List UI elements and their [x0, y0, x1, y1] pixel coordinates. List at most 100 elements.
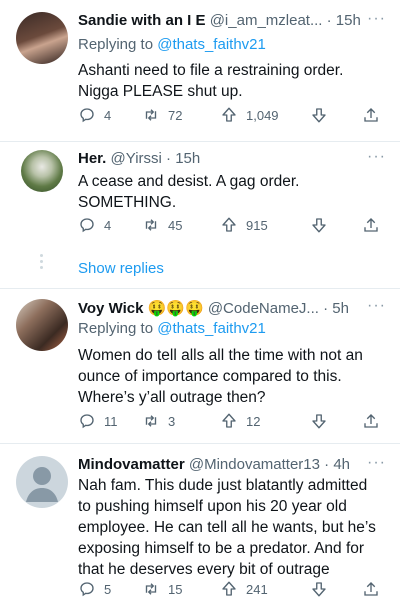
downvote-icon [312, 414, 326, 429]
tweet-text-line: ounce of importance compared to this. [78, 368, 342, 385]
reply-count: 11 [104, 413, 118, 429]
tweet-1[interactable]: Sandie with an I E @i_am_mzleat... · 15h… [0, 0, 400, 145]
reply-icon [80, 582, 94, 597]
tweet-header: Voy Wick 🤑🤑🤑 @CodeNameJ... · 5h [78, 299, 388, 321]
handle[interactable]: @Mindovamatter13 [189, 456, 320, 473]
tweet-2[interactable]: Her. @Yirssi · 15h ··· A cease and desis… [0, 143, 400, 243]
avatar[interactable] [16, 12, 68, 64]
downvote-button[interactable] [310, 412, 328, 430]
downvote-icon [312, 582, 326, 597]
retweet-count: 45 [168, 217, 183, 233]
reply-button[interactable]: 4 [78, 216, 111, 234]
replying-to: Replying to @thats_faithv21 [78, 320, 266, 337]
tweet-text-line: to pushing himself upon his 20 year old [78, 498, 347, 515]
retweet-button[interactable]: 3 [142, 412, 175, 430]
replying-to-link[interactable]: @thats_faithv21 [157, 320, 266, 337]
display-name[interactable]: Mindovamatter [78, 456, 185, 473]
timestamp[interactable]: · 4h [324, 456, 350, 473]
tweet-text-line: Where’s y’all outrage then? [78, 389, 266, 406]
share-icon [364, 108, 378, 122]
downvote-icon [312, 218, 326, 233]
retweet-button[interactable]: 15 [142, 580, 182, 598]
reply-count: 4 [104, 107, 112, 123]
display-name[interactable]: Sandie with an I E [78, 12, 206, 29]
like-button[interactable]: 915 [220, 216, 268, 234]
tweet-header: Sandie with an I E @i_am_mzleat... · 15h [78, 12, 388, 34]
share-button[interactable] [362, 412, 380, 430]
tweet-text-line: Nah fam. This dude just blatantly admitt… [78, 477, 368, 494]
replying-prefix: Replying to [78, 320, 158, 337]
more-options-icon[interactable]: ··· [367, 297, 386, 315]
timestamp[interactable]: · 15h [166, 150, 200, 167]
share-button[interactable] [362, 106, 380, 124]
tweet-4[interactable]: Mindovamatter @Mindovamatter13 · 4h ··· … [0, 444, 400, 600]
timestamp[interactable]: · 5h [323, 300, 349, 317]
tweet-actions: 11 3 12 [78, 412, 386, 432]
reply-icon [80, 218, 94, 233]
name-emojis: 🤑🤑🤑 [147, 300, 204, 317]
upvote-icon [222, 581, 236, 596]
handle[interactable]: @CodeNameJ... [208, 300, 319, 317]
like-count: 12 [246, 413, 261, 429]
tweet-text-line: that he deserves every bit of outrage [78, 561, 330, 578]
downvote-button[interactable] [310, 106, 328, 124]
like-button[interactable]: 241 [220, 580, 268, 598]
downvote-button[interactable] [310, 580, 328, 598]
retweet-count: 15 [168, 581, 183, 597]
tweet-text: Women do tell alls all the time with not… [78, 345, 386, 408]
retweet-count: 3 [168, 413, 176, 429]
reply-button[interactable]: 5 [78, 580, 111, 598]
upvote-icon [222, 107, 236, 122]
reply-button[interactable]: 11 [78, 412, 118, 430]
more-options-icon[interactable]: ··· [367, 148, 386, 166]
share-button[interactable] [362, 580, 380, 598]
tweet-actions: 4 45 915 [78, 216, 386, 236]
downvote-icon [312, 108, 326, 123]
tweet-text: Ashanti need to file a restraining order… [78, 60, 386, 102]
display-name[interactable]: Voy Wick [78, 300, 143, 317]
handle[interactable]: @Yirssi [111, 150, 162, 167]
replying-to-link[interactable]: @thats_faithv21 [157, 36, 266, 53]
tweet-text-line: employee. He can tell all he wants, but … [78, 519, 376, 536]
handle[interactable]: @i_am_mzleat... [210, 12, 323, 29]
upvote-icon [222, 413, 236, 428]
tweet-actions: 5 15 241 [78, 580, 386, 600]
avatar[interactable] [21, 150, 63, 192]
like-button[interactable]: 1,049 [220, 106, 279, 124]
retweet-button[interactable]: 72 [142, 106, 182, 124]
thread-dots [40, 254, 44, 272]
more-options-icon[interactable]: ··· [367, 454, 386, 472]
tweet-3[interactable]: Voy Wick 🤑🤑🤑 @CodeNameJ... · 5h ··· Repl… [0, 289, 400, 441]
replying-prefix: Replying to [78, 36, 158, 53]
reply-count: 5 [104, 581, 112, 597]
like-count: 915 [246, 217, 268, 233]
like-count: 241 [246, 581, 268, 597]
retweet-icon [145, 583, 157, 595]
like-button[interactable]: 12 [220, 412, 260, 430]
upvote-icon [222, 217, 236, 232]
avatar[interactable] [16, 299, 68, 351]
retweet-button[interactable]: 45 [142, 216, 182, 234]
display-name[interactable]: Her. [78, 150, 106, 167]
avatar[interactable] [16, 456, 68, 508]
share-icon [364, 218, 378, 232]
tweet-text-line: SOMETHING. [78, 194, 177, 211]
tweet-text-line: Nigga PLEASE shut up. [78, 83, 243, 100]
retweet-count: 72 [168, 107, 183, 123]
tweet-text-line: Women do tell alls all the time with not… [78, 347, 363, 364]
reply-button[interactable]: 4 [78, 106, 111, 124]
tweet-text-line: exposing himself to be a predator. And f… [78, 540, 365, 557]
like-count: 1,049 [246, 107, 279, 123]
reply-icon [80, 414, 94, 429]
tweet-text: A cease and desist. A gag order. SOMETHI… [78, 171, 386, 213]
share-button[interactable] [362, 216, 380, 234]
show-replies-link[interactable]: Show replies [78, 260, 164, 277]
default-avatar-icon [26, 467, 58, 502]
downvote-button[interactable] [310, 216, 328, 234]
timestamp[interactable]: · 15h [327, 12, 361, 29]
replying-to: Replying to @thats_faithv21 [78, 36, 266, 53]
more-options-icon[interactable]: ··· [367, 10, 386, 28]
retweet-icon [145, 219, 157, 231]
reply-icon [80, 108, 94, 123]
retweet-icon [145, 109, 157, 121]
